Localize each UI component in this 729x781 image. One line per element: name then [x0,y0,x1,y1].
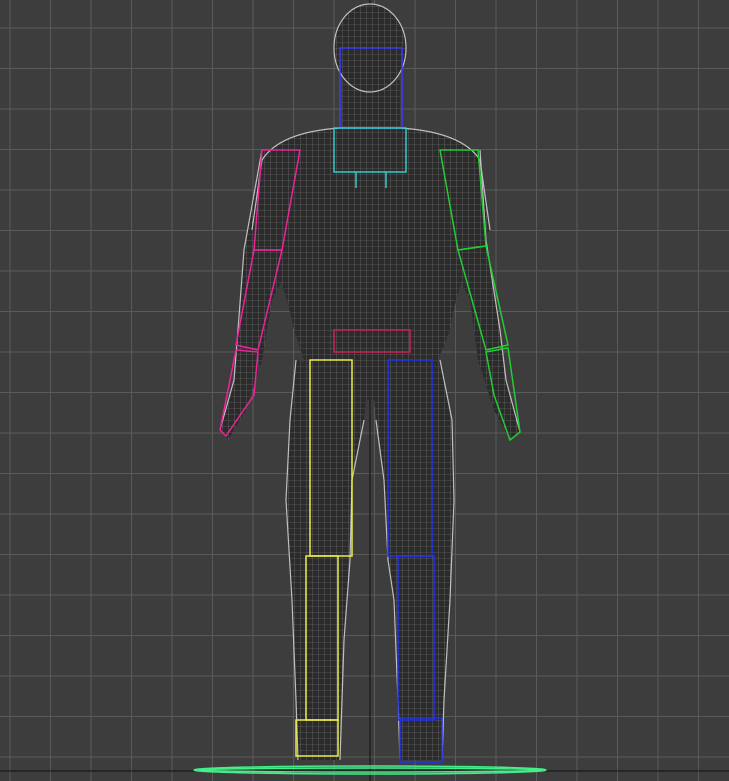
front-viewport[interactable] [0,0,729,781]
scene-canvas[interactable] [0,0,729,781]
